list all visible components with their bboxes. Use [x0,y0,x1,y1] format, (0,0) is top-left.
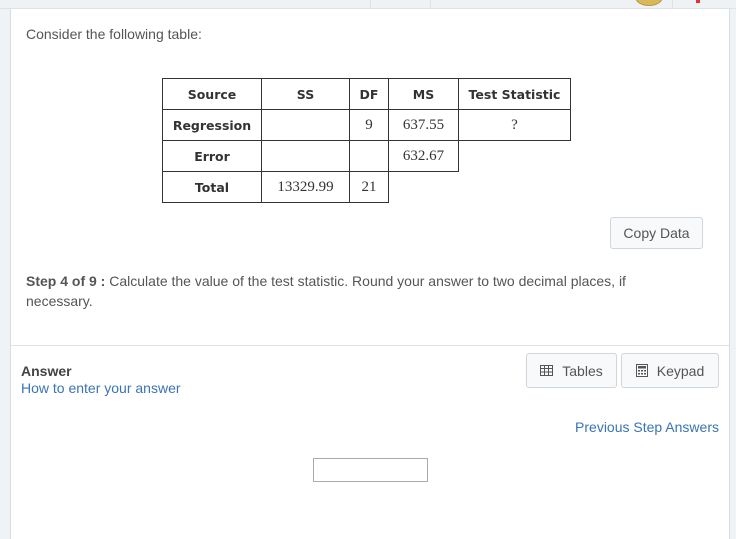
keypad-button[interactable]: Keypad [621,353,719,388]
table-row: Regression 9 637.55 ? [162,109,571,141]
table-grid-icon [540,365,554,376]
flag-icon[interactable] [696,0,700,3]
tables-label: Tables [562,362,603,379]
table-row: Error 632.67 [162,140,571,172]
empty-cell [388,171,459,203]
anova-table: Source SS DF MS Test Statistic Regressio… [162,78,571,203]
step-text: Calculate the value of the test statisti… [26,273,626,309]
answer-input[interactable] [313,458,428,482]
section-divider [11,345,729,346]
intro-text: Consider the following table: [26,26,202,42]
toolbar-divider [672,0,673,8]
keypad-label: Keypad [656,362,705,379]
table-header-row: Source SS DF MS Test Statistic [162,78,571,110]
row-test-statistic: ? [458,109,571,141]
top-toolbar [0,0,736,9]
header-test-statistic: Test Statistic [458,78,571,110]
header-ss: SS [261,78,350,110]
row-df: 21 [349,171,389,203]
tables-button[interactable]: Tables [526,353,617,388]
row-ss: 13329.99 [261,171,350,203]
row-ms: 637.55 [388,109,459,141]
step-instructions: Step 4 of 9 : Calculate the value of the… [26,271,686,311]
question-card: Consider the following table: Source SS … [10,9,730,539]
header-source: Source [162,78,262,110]
toolbar-divider [430,0,431,8]
row-source: Error [162,140,262,172]
calculator-icon [635,364,648,377]
copy-data-button[interactable]: Copy Data [610,217,703,249]
empty-cell [459,141,571,172]
row-ss [261,109,350,141]
answer-label: Answer [21,363,72,379]
step-label: Step 4 of 9 : [26,273,106,289]
header-ms: MS [388,78,459,110]
header-df: DF [349,78,389,110]
empty-cell [459,172,571,203]
how-to-enter-answer-link[interactable]: How to enter your answer [21,380,181,396]
previous-step-answers-link[interactable]: Previous Step Answers [575,419,719,435]
row-df [349,140,389,172]
row-ss [261,140,350,172]
toolbar-divider [370,0,371,8]
row-df: 9 [349,109,389,141]
row-ms: 632.67 [388,140,459,172]
coin-icon[interactable] [635,0,663,6]
row-source: Regression [162,109,262,141]
table-row: Total 13329.99 21 [162,171,571,203]
row-source: Total [162,171,262,203]
